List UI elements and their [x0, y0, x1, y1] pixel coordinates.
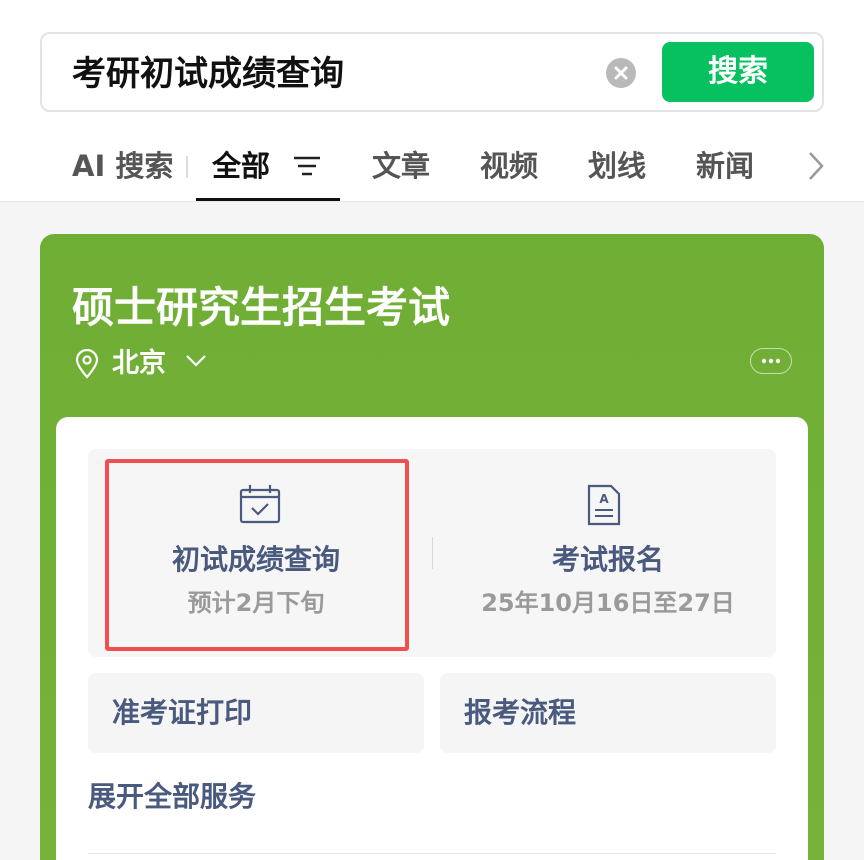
card-title: 硕士研究生招生考试: [72, 283, 451, 332]
search-input[interactable]: 考研初试成绩查询: [72, 52, 344, 96]
application-process-button[interactable]: 报考流程: [440, 673, 776, 753]
service-divider: [432, 537, 433, 569]
tab-bar: AI 搜索 全部 文章 视频 划线 新闻: [0, 140, 864, 202]
tab-all[interactable]: 全部: [212, 144, 270, 188]
tab-videos[interactable]: 视频: [480, 144, 538, 188]
chevron-down-icon[interactable]: [184, 352, 208, 370]
more-dots-icon: [761, 358, 781, 364]
service-title: 考试报名: [551, 543, 664, 576]
chevron-right-icon[interactable]: [806, 150, 826, 182]
close-icon: [614, 66, 628, 80]
tab-ai-search[interactable]: AI 搜索: [72, 144, 173, 188]
services-panel: 初试成绩查询 预计2月下旬 A 考试报名 25年10月16日至27日 准考证打印…: [56, 417, 808, 860]
search-bar[interactable]: 考研初试成绩查询 搜索: [40, 32, 824, 112]
tab-separator: [186, 156, 188, 178]
document-a-icon: A: [587, 484, 621, 526]
search-button[interactable]: 搜索: [662, 42, 814, 102]
admission-ticket-print-button[interactable]: 准考证打印: [88, 673, 424, 753]
tab-articles[interactable]: 文章: [372, 144, 430, 188]
service-subtitle: 25年10月16日至27日: [481, 589, 735, 617]
tab-highlights[interactable]: 划线: [588, 144, 646, 188]
location-pin-icon: [75, 349, 99, 379]
service-registration[interactable]: A 考试报名 25年10月16日至27日: [440, 449, 776, 657]
service-title: 初试成绩查询: [171, 543, 340, 576]
calendar-check-icon: [239, 485, 281, 524]
tab-news[interactable]: 新闻: [696, 144, 754, 188]
expand-all-services-link[interactable]: 展开全部服务: [88, 777, 256, 817]
exam-service-card: 硕士研究生招生考试 北京 初试成绩查询 预计2月下旬 A 考试报名 25年10月…: [40, 234, 824, 860]
svg-text:A: A: [599, 492, 609, 506]
more-options-button[interactable]: [750, 348, 792, 374]
clear-search-button[interactable]: [606, 58, 636, 88]
filter-icon[interactable]: [292, 154, 322, 178]
active-tab-indicator: [196, 198, 340, 201]
divider: [88, 853, 776, 854]
service-subtitle: 预计2月下旬: [187, 589, 325, 617]
location-selector[interactable]: 北京: [112, 346, 166, 382]
search-header: 考研初试成绩查询 搜索 AI 搜索 全部 文章 视频 划线 新闻: [0, 0, 864, 202]
primary-services: 初试成绩查询 预计2月下旬 A 考试报名 25年10月16日至27日: [88, 449, 776, 657]
service-score-query[interactable]: 初试成绩查询 预计2月下旬: [96, 449, 416, 657]
